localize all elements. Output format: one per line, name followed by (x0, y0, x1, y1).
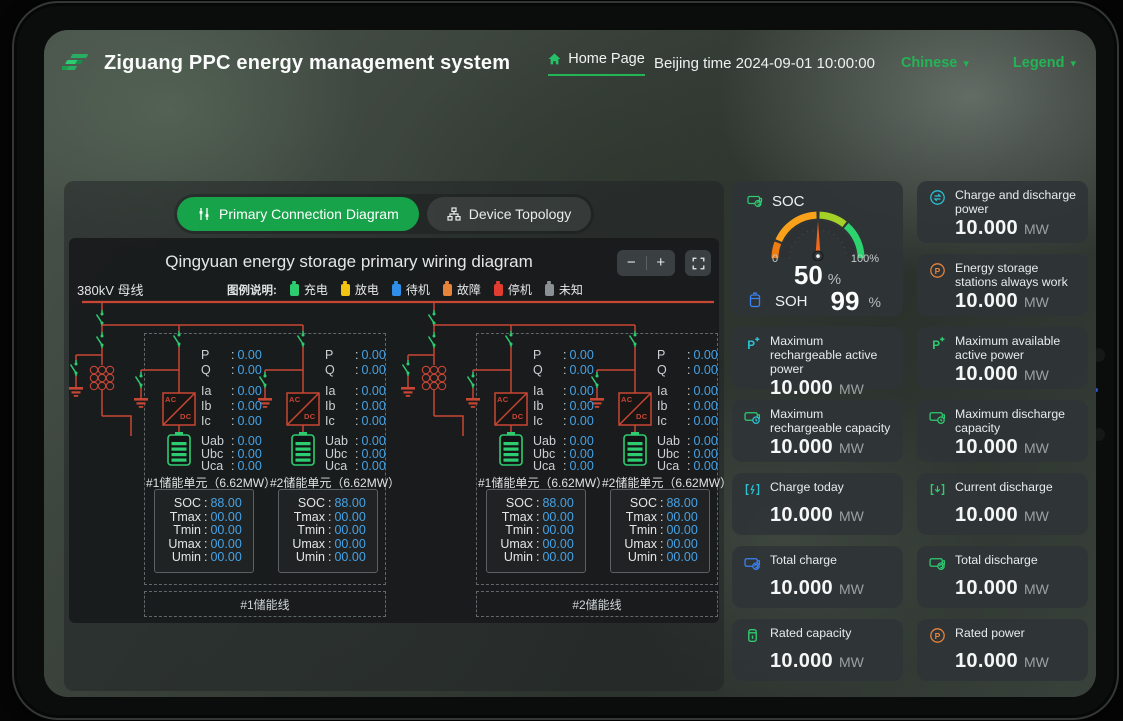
ziguang-logo (62, 51, 94, 75)
home-icon (548, 53, 561, 65)
unit-soc-box: SOC:88.00 Tmax:00.00 Tmin:00.00 Umax:00.… (278, 489, 378, 573)
soh-label: SOH (775, 293, 808, 310)
stat-card-rated-capacity: Rated capacity 10.000MW (732, 619, 903, 681)
unit-measurements: P:0.00 Q:0.00 Ia:0.00 Ib:0.00 Ic:0.00 Ua… (533, 348, 628, 473)
available-power-icon: P (929, 335, 947, 357)
stat-card-always-work: P Energy storage stations always work 10… (917, 254, 1088, 316)
total-charge-icon (744, 554, 762, 576)
stat-value: 10.000MW (929, 577, 1076, 600)
svg-text:P: P (935, 631, 941, 641)
stat-value: 10.000MW (929, 217, 1076, 240)
unit-soc-box: SOC:88.00 Tmax:00.00 Tmin:00.00 Umax:00.… (610, 489, 710, 573)
chevron-down-icon: ▾ (1070, 57, 1076, 70)
dc-label: DC (512, 412, 523, 421)
stat-value: 10.000MW (744, 436, 891, 459)
stat-card-max-discharge-capacity: Maximum discharge capacity 10.000MW (917, 400, 1088, 462)
stat-value: 10.000MW (744, 377, 891, 400)
chevron-down-icon: ▾ (963, 57, 969, 70)
stat-value: 10.000MW (929, 650, 1076, 673)
tab-label: Device Topology (469, 206, 571, 222)
screen: Ziguang PPC energy management system Hom… (44, 30, 1096, 697)
dc-label: DC (636, 412, 647, 421)
unit-measurements: P:0.00 Q:0.00 Ia:0.00 Ib:0.00 Ic:0.00 Ua… (325, 348, 420, 473)
storage-line-2: #2储能线 (476, 591, 718, 617)
storage-line-1: #1储能线 (144, 591, 386, 617)
rated-capacity-icon (744, 627, 762, 649)
rechargeable-power-icon: P (744, 335, 762, 357)
discharge-capacity-icon (929, 408, 947, 430)
tab-primary-connection-diagram[interactable]: Primary Connection Diagram (177, 197, 419, 231)
soc-gauge-card: SOC 0 100% 50% (732, 181, 903, 316)
svg-text:P: P (747, 339, 755, 352)
tablet-frame: Ziguang PPC energy management system Hom… (12, 1, 1119, 720)
stat-card-current-discharge: Current discharge 10.000MW (917, 473, 1088, 535)
stat-value: 10.000MW (929, 290, 1076, 313)
stat-card-max-rechargeable-capacity: Maximum rechargeable capacity 10.000MW (732, 400, 903, 462)
svg-text:P: P (932, 339, 940, 352)
ac-label: AC (165, 395, 176, 404)
wiring-diagram-canvas[interactable]: Qingyuan energy storage primary wiring d… (69, 238, 719, 623)
soh-value: 99 (831, 286, 860, 317)
ac-label: AC (621, 395, 632, 404)
tab-device-topology[interactable]: Device Topology (427, 197, 591, 231)
power-p-circle-icon: P (929, 262, 947, 284)
stat-card-max-available-power: P Maximum available active power 10.000M… (917, 327, 1088, 389)
stat-card-total-discharge: Total discharge 10.000MW (917, 546, 1088, 608)
stat-card-charge-discharge-power: Charge and discharge power 10.000MW (917, 181, 1088, 243)
brand: Ziguang PPC energy management system (62, 51, 510, 75)
total-discharge-icon (929, 554, 947, 576)
dc-label: DC (304, 412, 315, 421)
app-title: Ziguang PPC energy management system (104, 52, 510, 75)
soc-gauge (759, 197, 877, 261)
rated-power-icon: P (929, 627, 947, 649)
wiring-icon (197, 207, 211, 221)
stat-value: 10.000MW (929, 363, 1076, 386)
stat-value: 10.000MW (744, 504, 891, 527)
dc-label: DC (180, 412, 191, 421)
tab-bar: Primary Connection Diagram Device Topolo… (174, 194, 594, 234)
diagram-panel: Primary Connection Diagram Device Topolo… (64, 181, 724, 691)
stat-value: 10.000MW (929, 504, 1076, 527)
stat-card-total-charge: Total charge 10.000MW (732, 546, 903, 608)
header: Ziguang PPC energy management system Hom… (44, 30, 1096, 90)
ac-label: AC (289, 395, 300, 404)
home-label: Home Page (568, 51, 645, 67)
stat-value: 10.000MW (744, 650, 891, 673)
topology-icon (447, 207, 461, 221)
legend-selector[interactable]: Legend▾ (1013, 55, 1076, 71)
unit-soc-box: SOC:88.00 Tmax:00.00 Tmin:00.00 Umax:00.… (486, 489, 586, 573)
unit-soc-box: SOC:88.00 Tmax:00.00 Tmin:00.00 Umax:00.… (154, 489, 254, 573)
beijing-time: Beijing time 2024-09-01 10:00:00 (654, 55, 875, 72)
tab-label: Primary Connection Diagram (219, 206, 399, 222)
stat-card-max-rechargeable-power: P Maximum rechargeable active power 10.0… (732, 327, 903, 389)
stat-value: 10.000MW (744, 577, 891, 600)
stat-card-charge-today: Charge today 10.000MW (732, 473, 903, 535)
svg-text:P: P (935, 266, 941, 276)
home-page-tab[interactable]: Home Page (548, 51, 645, 76)
stat-value: 10.000MW (929, 436, 1076, 459)
charge-today-icon (744, 481, 762, 503)
soh-row: SOH 99 % (748, 286, 881, 317)
battery-health-icon (748, 292, 766, 313)
ac-label: AC (497, 395, 508, 404)
unit-measurements: P:0.00 Q:0.00 Ia:0.00 Ib:0.00 Ic:0.00 Ua… (201, 348, 296, 473)
stat-card-rated-power: P Rated power 10.000MW (917, 619, 1088, 681)
rechargeable-capacity-icon (744, 408, 762, 430)
language-selector[interactable]: Chinese▾ (901, 55, 969, 71)
current-discharge-icon (929, 481, 947, 503)
charge-discharge-icon (929, 189, 947, 211)
